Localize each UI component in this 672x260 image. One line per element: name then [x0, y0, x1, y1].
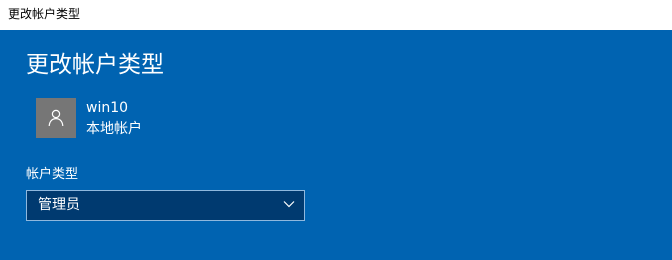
user-name: win10 — [86, 100, 129, 116]
user-avatar — [36, 98, 76, 138]
account-type-dropdown[interactable]: 管理员 — [26, 190, 305, 221]
account-type-selected-value: 管理员 — [38, 197, 80, 213]
chevron-down-icon — [283, 201, 295, 208]
dialog-title: 更改帐户类型 — [26, 52, 164, 78]
user-account-kind: 本地帐户 — [86, 121, 142, 137]
account-type-label: 帐户类型 — [26, 167, 79, 182]
person-icon — [48, 109, 64, 127]
title-bar[interactable]: 更改帐户类型 — [0, 0, 672, 30]
window-title: 更改帐户类型 — [8, 7, 81, 21]
change-account-type-window: 更改帐户类型 更改帐户类型 win10 本地帐户 帐户类型 管理员 — [0, 0, 672, 260]
